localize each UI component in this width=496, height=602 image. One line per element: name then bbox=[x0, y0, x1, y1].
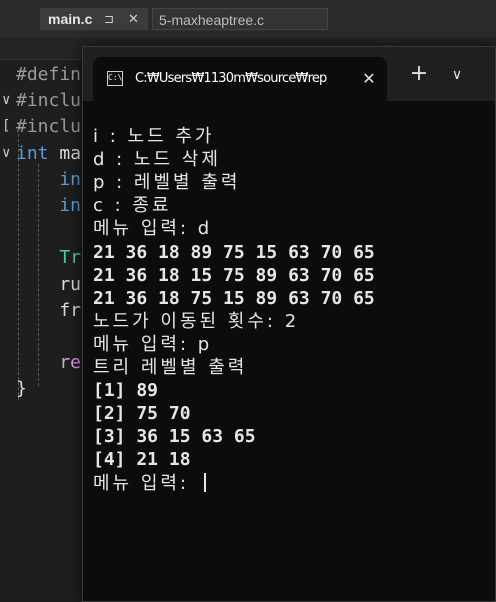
terminal-line-text: [2] 75 70 bbox=[93, 403, 191, 425]
terminal-window: C:\ C:₩Users₩1130m₩source₩rep ✕ + ∨ i : … bbox=[82, 46, 496, 602]
close-icon[interactable]: ✕ bbox=[359, 68, 379, 90]
text-cursor bbox=[203, 472, 206, 492]
terminal-line: p : 레벨별 출력 bbox=[93, 171, 240, 194]
terminal-line-text: p : 레벨별 출력 bbox=[93, 172, 241, 194]
code-token: int bbox=[16, 142, 60, 164]
code-line: #defin bbox=[16, 62, 81, 88]
terminal-line-text: 21 36 18 15 75 89 63 70 65 bbox=[93, 264, 375, 286]
terminal-line: [3] 36 15 63 65 bbox=[93, 425, 256, 448]
terminal-line-text: 메뉴 입력: bbox=[93, 472, 198, 494]
terminal-line-text: 노드가 이동된 횟수: 2 bbox=[93, 310, 300, 332]
terminal-line-text: 21 36 18 75 15 89 63 70 65 bbox=[93, 287, 375, 309]
terminal-line: c : 종료 bbox=[93, 194, 172, 217]
terminal-title-bar: C:\ C:₩Users₩1130m₩source₩rep ✕ + ∨ bbox=[83, 47, 495, 101]
terminal-line: [2] 75 70 bbox=[93, 402, 191, 425]
tab-main-c[interactable]: main.c ⊐ ✕ bbox=[40, 8, 148, 30]
fold-toggle-icon[interactable]: ∨ bbox=[2, 92, 10, 108]
terminal-tab[interactable]: C:\ C:₩Users₩1130m₩source₩rep ✕ bbox=[93, 57, 387, 101]
new-tab-button[interactable]: + bbox=[405, 61, 433, 89]
code-token: re bbox=[16, 352, 82, 374]
terminal-line-text: [1] 89 bbox=[93, 380, 159, 402]
terminal-line-text: i : 노드 추가 bbox=[93, 126, 215, 147]
terminal-line-text: 21 36 18 89 75 15 63 70 65 bbox=[93, 241, 375, 263]
code-line: in bbox=[16, 193, 81, 219]
code-token: ma bbox=[59, 142, 82, 164]
terminal-line-text: c : 종료 bbox=[93, 195, 172, 217]
terminal-line: [4] 21 18 bbox=[93, 448, 191, 471]
code-line: fr bbox=[16, 298, 81, 324]
terminal-line: d : 노드 삭제 bbox=[93, 148, 221, 171]
code-line: Tr bbox=[16, 245, 81, 271]
terminal-line: 메뉴 입력: p bbox=[93, 333, 212, 356]
terminal-line: 메뉴 입력: d bbox=[93, 217, 212, 240]
code-line: #inclu bbox=[16, 114, 81, 140]
code-line: int ma bbox=[16, 141, 81, 167]
pin-icon[interactable]: ⊐ bbox=[104, 8, 114, 30]
tab-maxheaptree-c-label: 5-maxheaptree.c bbox=[159, 12, 265, 28]
command-prompt-icon: C:\ bbox=[107, 71, 123, 86]
indent-guide-line bbox=[38, 164, 39, 386]
code-line: re bbox=[16, 350, 81, 376]
code-token: in bbox=[16, 195, 82, 216]
terminal-line-text: [4] 21 18 bbox=[93, 449, 191, 471]
code-token: #inclu bbox=[16, 116, 82, 138]
code-token: fr bbox=[16, 299, 82, 321]
terminal-line-text: 트리 레벨별 출력 bbox=[93, 357, 248, 378]
terminal-line: 노드가 이동된 횟수: 2 bbox=[93, 310, 299, 333]
fold-toggle-icon[interactable]: ∨ bbox=[2, 145, 10, 161]
code-token: in bbox=[16, 168, 82, 190]
terminal-line-text: 메뉴 입력: p bbox=[93, 333, 213, 355]
code-line: #inclu bbox=[16, 88, 81, 114]
terminal-line: [1] 89 bbox=[93, 379, 158, 402]
terminal-line: i : 노드 추가 bbox=[93, 125, 214, 148]
terminal-line: 21 36 18 89 75 15 63 70 65 bbox=[93, 241, 375, 264]
code-token: #defin bbox=[16, 64, 82, 85]
chevron-down-icon[interactable]: ∨ bbox=[445, 61, 469, 89]
terminal-line: 21 36 18 75 15 89 63 70 65 bbox=[93, 287, 375, 310]
terminal-output[interactable]: i : 노드 추가 d : 노드 삭제 p : 레벨별 출력 c : 종료 메뉴 입력:… bbox=[93, 125, 489, 595]
terminal-line: 메뉴 입력: bbox=[93, 472, 206, 495]
code-line: ru bbox=[16, 272, 81, 298]
terminal-line: 트리 레벨별 출력 bbox=[93, 356, 247, 379]
terminal-line-text: 메뉴 입력: d bbox=[93, 218, 213, 240]
terminal-line-text: d : 노드 삭제 bbox=[93, 149, 221, 171]
editor-tab-bar: main.c ⊐ ✕ 5-maxheaptree.c bbox=[0, 0, 496, 37]
tab-maxheaptree-c[interactable]: 5-maxheaptree.c bbox=[152, 8, 328, 30]
terminal-line: 21 36 18 15 75 89 63 70 65 bbox=[93, 264, 375, 287]
fold-toggle-icon[interactable]: [ bbox=[2, 118, 10, 134]
code-token: ru bbox=[16, 273, 82, 295]
scope-guide-line bbox=[18, 124, 19, 400]
code-token: Tr bbox=[16, 247, 82, 269]
code-line: in bbox=[16, 167, 81, 193]
terminal-tab-title: C:₩Users₩1130m₩source₩rep bbox=[135, 71, 327, 86]
tab-main-c-label: main.c bbox=[48, 11, 93, 27]
terminal-line-text: [3] 36 15 63 65 bbox=[93, 426, 256, 448]
close-tab-icon[interactable]: ✕ bbox=[128, 8, 139, 30]
code-token: #inclu bbox=[16, 90, 82, 112]
